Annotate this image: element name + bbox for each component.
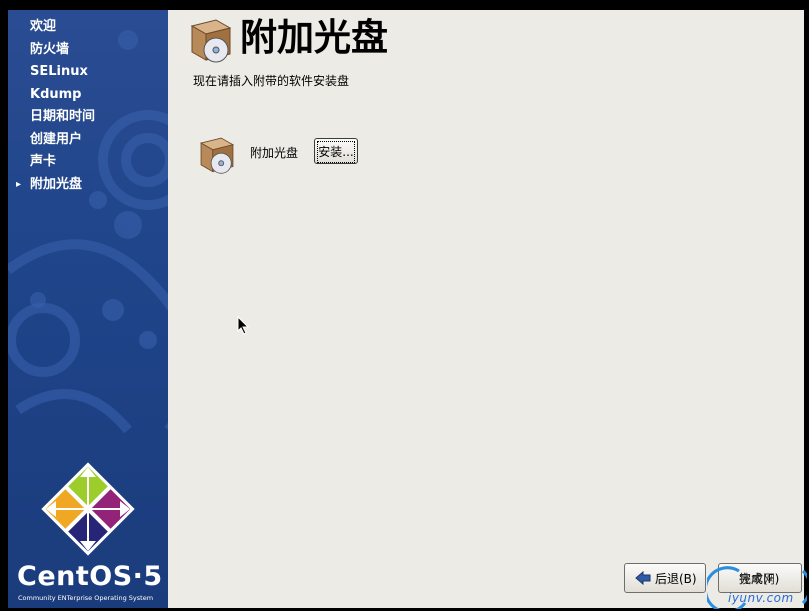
sidebar-item-selinux[interactable]: SELinux <box>8 61 168 84</box>
sidebar-item-date-time[interactable]: 日期和时间 <box>8 106 168 129</box>
sidebar-item-welcome[interactable]: 欢迎 <box>8 16 168 39</box>
watermark-overlay-text: 技术网 <box>739 572 775 586</box>
sidebar-item-create-user[interactable]: 创建用户 <box>8 129 168 152</box>
main-content: 附加光盘 现在请插入附带的软件安装盘 附加光盘 安装... 后退(B) 完成(F… <box>168 10 804 608</box>
install-button-label: 安装... <box>317 141 355 163</box>
sidebar-item-firewall[interactable]: 防火墙 <box>8 39 168 62</box>
centos-logo-icon <box>41 462 135 556</box>
sidebar-item-label: SELinux <box>30 64 88 79</box>
sidebar-item-additional-cds[interactable]: ▸ 附加光盘 <box>8 174 168 197</box>
sidebar-item-label: Kdump <box>30 86 82 102</box>
sidebar-item-kdump[interactable]: Kdump <box>8 84 168 107</box>
instructions-text: 现在请插入附带的软件安装盘 <box>193 74 350 88</box>
brand-name: CentOS·5 <box>17 561 163 592</box>
mouse-pointer-icon <box>237 316 250 335</box>
page-title: 附加光盘 <box>240 16 388 59</box>
sidebar-item-label: 防火墙 <box>30 41 70 57</box>
sidebar: 欢迎 防火墙 SELinux Kdump 日期和时间 创建用户 声卡 ▸ 附加光… <box>8 10 168 608</box>
arrow-left-icon <box>635 571 651 585</box>
brand-tagline: Community ENTerprise Operating System <box>18 594 154 602</box>
current-step-arrow-icon: ▸ <box>16 178 22 190</box>
watermark-text: iyunv.com <box>728 591 794 605</box>
additional-cd-label: 附加光盘 <box>250 146 299 160</box>
sidebar-item-label: 欢迎 <box>30 19 57 34</box>
install-button[interactable]: 安装... <box>314 138 358 164</box>
sidebar-item-label: 附加光盘 <box>30 176 83 192</box>
package-cd-icon <box>199 137 235 174</box>
sidebar-item-sound-card[interactable]: 声卡 <box>8 151 168 174</box>
sidebar-item-label: 创建用户 <box>30 131 83 147</box>
back-button-label: 后退(B) <box>655 571 697 586</box>
sidebar-item-label: 声卡 <box>30 154 57 169</box>
sidebar-nav: 欢迎 防火墙 SELinux Kdump 日期和时间 创建用户 声卡 ▸ 附加光… <box>8 16 168 196</box>
back-button[interactable]: 后退(B) <box>624 563 706 593</box>
sidebar-item-label: 日期和时间 <box>30 109 96 124</box>
package-cd-icon <box>190 19 232 63</box>
